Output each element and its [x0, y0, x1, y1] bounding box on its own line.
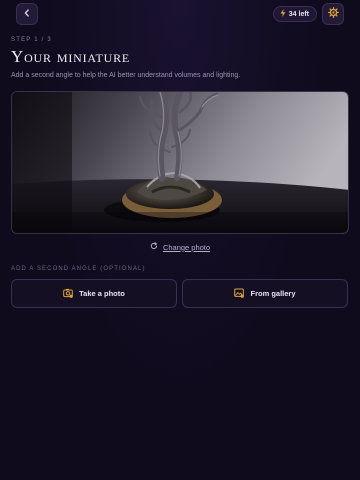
second-angle-section-label: ADD A SECOND ANGLE (OPTIONAL) — [11, 266, 146, 272]
miniature-photo — [11, 91, 349, 234]
gear-icon — [327, 5, 339, 23]
page-subtitle: Add a second angle to help the AI better… — [11, 72, 241, 79]
from-gallery-label: From gallery — [250, 289, 296, 298]
refresh-icon — [150, 242, 158, 252]
gallery-icon — [234, 288, 245, 300]
page-title: Your miniature — [11, 47, 131, 66]
from-gallery-button[interactable]: From gallery — [182, 279, 348, 308]
chevron-left-icon — [22, 5, 32, 23]
credits-label: 34 left — [288, 10, 309, 18]
change-photo-link[interactable]: Change photo — [0, 242, 360, 252]
change-photo-label[interactable]: Change photo — [163, 243, 210, 252]
top-bar: 34 left — [0, 0, 360, 28]
take-photo-button[interactable]: Take a photo — [11, 279, 177, 308]
settings-button[interactable] — [322, 3, 344, 25]
camera-icon — [63, 288, 73, 300]
bolt-icon — [280, 9, 286, 19]
back-button[interactable] — [16, 3, 38, 25]
credits-badge[interactable]: 34 left — [272, 6, 317, 22]
take-photo-label: Take a photo — [79, 289, 125, 298]
step-indicator: STEP 1 / 3 — [11, 37, 52, 43]
